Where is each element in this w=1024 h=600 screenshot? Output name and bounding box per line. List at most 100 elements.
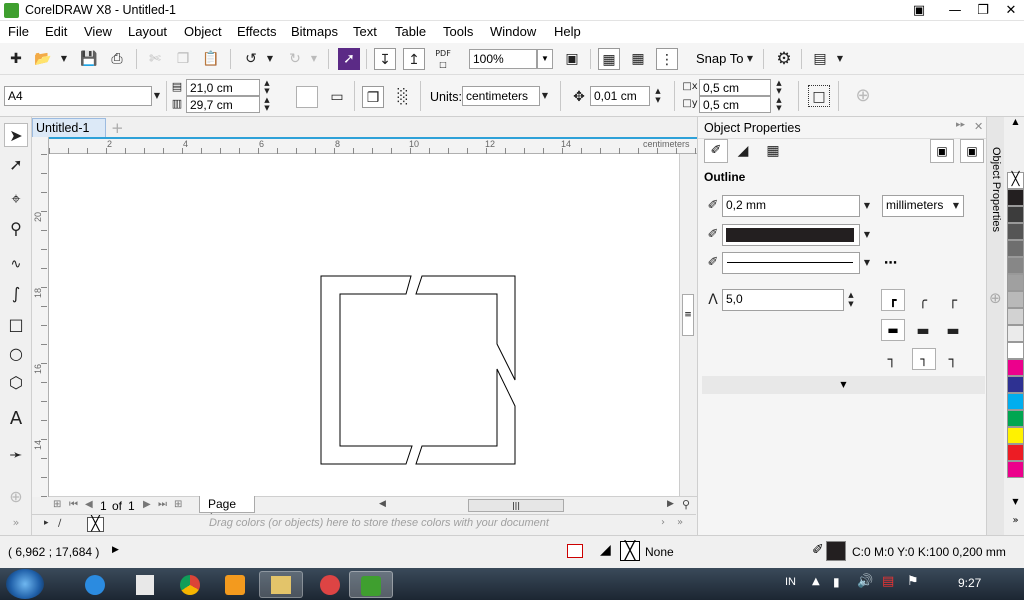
- page-size-select[interactable]: A4: [4, 86, 152, 106]
- page-width-spinner[interactable]: ▲ ▼: [260, 79, 274, 95]
- color-swatch[interactable]: [1007, 461, 1024, 478]
- print-icon[interactable]: ⎙: [106, 48, 128, 70]
- new-document-icon[interactable]: ✚: [5, 48, 27, 70]
- outline-color-dropdown-icon[interactable]: ▼: [860, 226, 874, 244]
- palette-scroll-icon[interactable]: ›: [661, 517, 665, 528]
- vertical-scroll-thumb[interactable]: ≡: [682, 294, 694, 336]
- status-menu-icon[interactable]: ▶: [112, 545, 119, 555]
- object-properties-side-tab[interactable]: Object Properties ⊕: [986, 117, 1004, 535]
- nudge-spinner[interactable]: ▲ ▼: [651, 87, 665, 105]
- menu-text[interactable]: Text: [353, 24, 377, 39]
- outline-pen-tab-icon[interactable]: ✐: [704, 139, 728, 163]
- eyedropper-icon[interactable]: ∕: [58, 518, 61, 529]
- tray-device-icon[interactable]: ▮: [833, 575, 840, 589]
- color-swatch[interactable]: [1007, 206, 1024, 223]
- add-page-before-icon[interactable]: ⊞: [53, 499, 61, 510]
- color-swatch[interactable]: [1007, 393, 1024, 410]
- close-button[interactable]: ✕: [1000, 2, 1022, 19]
- tray-expand-icon[interactable]: ▲: [812, 576, 820, 587]
- duplicate-x-spinner[interactable]: ▲ ▼: [772, 79, 786, 95]
- panel-collapse-icon[interactable]: ▸▸: [956, 120, 965, 130]
- add-page-after-icon[interactable]: ⊞: [174, 499, 182, 510]
- network-icon[interactable]: ▤: [882, 574, 894, 589]
- left-bracket-shape[interactable]: [320, 275, 413, 465]
- miter-limit-field[interactable]: 5,0: [722, 289, 844, 311]
- palette-expand-icon[interactable]: »: [677, 517, 683, 528]
- color-swatch[interactable]: [1007, 291, 1024, 308]
- new-tab-icon[interactable]: +: [111, 119, 124, 137]
- line-style-select[interactable]: [722, 252, 860, 274]
- panel-close-icon[interactable]: ✕: [974, 120, 983, 133]
- color-swatch[interactable]: [1007, 274, 1024, 291]
- publish-pdf-icon[interactable]: PDF □: [432, 48, 454, 70]
- minimize-button[interactable]: —: [944, 2, 966, 19]
- text-tool-icon[interactable]: A: [4, 407, 28, 431]
- menu-bitmaps[interactable]: Bitmaps: [291, 24, 338, 39]
- panel-expand-icon[interactable]: ▼: [702, 376, 985, 394]
- color-swatch[interactable]: [1007, 325, 1024, 342]
- media-player-taskbar-icon[interactable]: [210, 571, 260, 598]
- palette-expand-icon[interactable]: »: [1007, 515, 1024, 529]
- portrait-orientation-button[interactable]: [296, 86, 318, 108]
- summary-icon[interactable]: ▣: [930, 139, 954, 163]
- zoom-level-field[interactable]: 100%: [469, 49, 537, 69]
- restore-button[interactable]: ❐: [972, 2, 994, 19]
- redo-icon[interactable]: ↻: [284, 48, 306, 70]
- no-color-swatch[interactable]: ╳: [1007, 172, 1024, 189]
- scroll-left-icon[interactable]: ◀: [379, 499, 386, 509]
- zoom-dropdown-icon[interactable]: ▼: [537, 49, 553, 69]
- show-rulers-icon[interactable]: ▦: [598, 48, 620, 70]
- outline-width-dropdown-icon[interactable]: ▼: [860, 197, 874, 215]
- palette-menu-icon[interactable]: ▸: [44, 518, 49, 528]
- outline-color-status-swatch[interactable]: [826, 541, 846, 561]
- menu-help[interactable]: Help: [554, 24, 581, 39]
- crop-tool-icon[interactable]: ⌖: [4, 187, 28, 211]
- options-gear-icon[interactable]: ⚙: [773, 48, 795, 70]
- center-position-icon[interactable]: ┐: [912, 348, 936, 370]
- search-content-icon[interactable]: ➚: [338, 48, 360, 70]
- artistic-media-icon[interactable]: ∫: [4, 282, 28, 306]
- palette-up-icon[interactable]: ▲: [1007, 117, 1024, 131]
- menu-file[interactable]: File: [8, 24, 29, 39]
- cut-icon[interactable]: ✄: [144, 48, 166, 70]
- transparency-tab-icon[interactable]: ▦: [762, 140, 784, 162]
- shape-tool-icon[interactable]: ➚: [4, 153, 28, 177]
- pick-tool-icon[interactable]: ➤: [4, 123, 28, 147]
- units-dropdown-icon[interactable]: ▼: [538, 87, 552, 105]
- menu-edit[interactable]: Edit: [45, 24, 67, 39]
- previous-page-icon[interactable]: ◀: [85, 499, 93, 510]
- internet-explorer-taskbar-icon[interactable]: [70, 571, 120, 598]
- show-guidelines-icon[interactable]: ⋮: [656, 48, 678, 70]
- first-page-icon[interactable]: ⏮: [69, 499, 78, 510]
- copy-icon[interactable]: ❐: [172, 48, 194, 70]
- add-toolbar-icon[interactable]: ⊕: [852, 85, 874, 107]
- all-pages-icon[interactable]: ❐: [362, 86, 384, 108]
- menu-table[interactable]: Table: [395, 24, 426, 39]
- miter-limit-spinner[interactable]: ▲ ▼: [844, 291, 858, 309]
- line-style-settings-icon[interactable]: ⋯: [884, 256, 897, 271]
- clock[interactable]: 9:27: [958, 576, 981, 590]
- menu-tools[interactable]: Tools: [443, 24, 473, 39]
- inside-position-icon[interactable]: ┐: [942, 349, 964, 371]
- application-launcher-icon[interactable]: ▤: [809, 48, 831, 70]
- color-swatch[interactable]: [1007, 427, 1024, 444]
- color-swatch[interactable]: [1007, 376, 1024, 393]
- nudge-distance-field[interactable]: 0,01 cm: [590, 86, 650, 106]
- menu-effects[interactable]: Effects: [237, 24, 277, 39]
- color-swatch[interactable]: [1007, 257, 1024, 274]
- tab-untitled-1[interactable]: Untitled-1: [32, 118, 106, 137]
- outline-units-dropdown-icon[interactable]: ▼: [949, 197, 963, 215]
- browser-taskbar-icon[interactable]: [305, 571, 355, 598]
- open-icon[interactable]: 📂: [32, 48, 54, 70]
- landscape-orientation-icon[interactable]: ▭: [326, 86, 348, 108]
- vertical-scrollbar[interactable]: ≡: [679, 154, 696, 496]
- rectangle-tool-icon[interactable]: □: [4, 313, 28, 337]
- fill-tab-icon[interactable]: ◢: [732, 140, 754, 162]
- scroll-right-icon[interactable]: ▶: [667, 499, 674, 509]
- line-cap-butt-icon[interactable]: ▬: [881, 319, 905, 341]
- undo-icon[interactable]: ↺: [240, 48, 262, 70]
- volume-icon[interactable]: 🔊: [857, 574, 873, 589]
- top-right-shape[interactable]: [415, 275, 516, 381]
- redo-dropdown-icon[interactable]: ▼: [307, 50, 321, 68]
- units-select[interactable]: centimeters: [462, 86, 540, 106]
